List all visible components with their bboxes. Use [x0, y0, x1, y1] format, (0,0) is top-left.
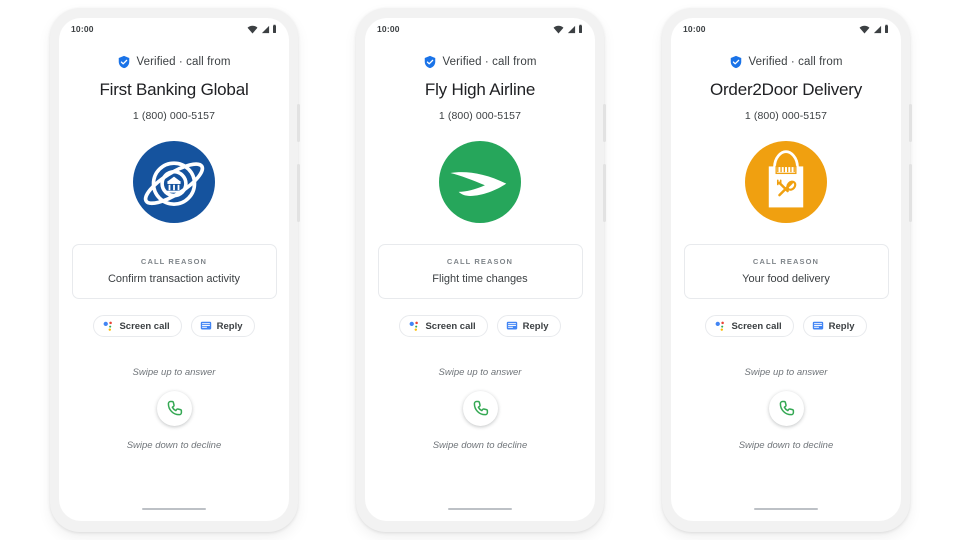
status-bar: 10:00 [365, 18, 595, 40]
google-assistant-icon [714, 320, 726, 332]
food-bag-logo-glyph [745, 141, 827, 223]
wifi-icon [247, 25, 258, 34]
verified-label: Verified · call from [442, 56, 537, 68]
call-reason-text: Confirm transaction activity [107, 273, 241, 285]
call-action-chips: Screen call Reply [399, 315, 561, 337]
phone-screen: 10:00 Verified · call from Fly High Airl… [365, 18, 595, 521]
phone-handset-icon [165, 399, 184, 418]
phone-handset-icon [471, 399, 490, 418]
status-bar-clock: 10:00 [377, 24, 400, 34]
power-button[interactable] [909, 104, 912, 142]
call-reason-label: CALL REASON [752, 257, 820, 266]
google-assistant-icon [102, 320, 114, 332]
phone-screen: 10:00 Verified · call from First Banking… [59, 18, 289, 521]
airline-swoosh-logo [439, 141, 521, 223]
verified-shield-icon [729, 55, 743, 69]
airline-swoosh-logo-glyph [439, 141, 521, 223]
reply-label: Reply [522, 320, 549, 332]
swipe-down-hint: Swipe down to decline [126, 440, 222, 451]
answer-call-button[interactable] [462, 391, 498, 426]
caller-phone-number: 1 (800) 000-5157 [132, 110, 216, 122]
home-indicator[interactable] [754, 507, 818, 510]
reply-label: Reply [216, 320, 243, 332]
call-reason-label: CALL REASON [446, 257, 514, 266]
battery-icon [884, 24, 889, 34]
volume-button[interactable] [603, 164, 606, 222]
verified-caller-badge: Verified · call from [729, 55, 842, 69]
call-reason-card: CALL REASON Your food delivery [683, 244, 889, 299]
answer-call-button[interactable] [156, 391, 192, 426]
reply-button[interactable]: Reply [496, 315, 561, 337]
verified-caller-badge: Verified · call from [117, 55, 230, 69]
status-bar-clock: 10:00 [683, 24, 706, 34]
phone-screen: 10:00 Verified · call from Order2Door De… [671, 18, 901, 521]
verified-shield-icon [117, 55, 131, 69]
food-bag-logo [745, 141, 827, 223]
phone-handset-icon [777, 399, 796, 418]
message-icon [812, 320, 824, 332]
call-reason-text: Your food delivery [742, 273, 830, 285]
signal-icon [261, 25, 270, 34]
screen-call-button[interactable]: Screen call [705, 315, 794, 337]
call-reason-text: Flight time changes [432, 273, 528, 285]
verified-shield-icon [423, 55, 437, 69]
call-reason-card: CALL REASON Confirm transaction activity [71, 244, 277, 299]
home-indicator[interactable] [448, 507, 512, 510]
power-button[interactable] [603, 104, 606, 142]
verified-label: Verified · call from [136, 56, 231, 68]
caller-name: Fly High Airline [424, 80, 536, 99]
google-assistant-icon [408, 320, 420, 332]
screen-call-label: Screen call [731, 320, 782, 332]
screen-call-button[interactable]: Screen call [399, 315, 488, 337]
phone-mockup-2: 10:00 Verified · call from Fly High Airl… [356, 8, 606, 532]
status-bar-icons [859, 24, 889, 34]
caller-phone-number: 1 (800) 000-5157 [744, 110, 828, 122]
swipe-up-hint: Swipe up to answer [744, 367, 828, 378]
status-bar: 10:00 [671, 18, 901, 40]
answer-call-button[interactable] [768, 391, 804, 426]
battery-icon [272, 24, 277, 34]
reply-button[interactable]: Reply [190, 315, 255, 337]
swipe-up-hint: Swipe up to answer [438, 367, 522, 378]
signal-icon [567, 25, 576, 34]
battery-icon [578, 24, 583, 34]
verified-label: Verified · call from [748, 56, 843, 68]
swipe-down-hint: Swipe down to decline [738, 440, 834, 451]
message-icon [506, 320, 518, 332]
screen-call-label: Screen call [119, 320, 170, 332]
reply-label: Reply [828, 320, 855, 332]
bank-planet-logo-glyph [133, 141, 215, 223]
swipe-up-hint: Swipe up to answer [132, 367, 216, 378]
call-reason-card: CALL REASON Flight time changes [377, 244, 583, 299]
caller-name: First Banking Global [99, 80, 249, 99]
verified-caller-badge: Verified · call from [423, 55, 536, 69]
reply-button[interactable]: Reply [802, 315, 867, 337]
status-bar-icons [247, 24, 277, 34]
caller-phone-number: 1 (800) 000-5157 [438, 110, 522, 122]
phone-mockup-1: 10:00 Verified · call from First Banking… [50, 8, 300, 532]
caller-name: Order2Door Delivery [709, 80, 863, 99]
home-indicator[interactable] [142, 507, 206, 510]
status-bar-icons [553, 24, 583, 34]
call-action-chips: Screen call Reply [93, 315, 255, 337]
status-bar-clock: 10:00 [71, 24, 94, 34]
message-icon [200, 320, 212, 332]
wifi-icon [859, 25, 870, 34]
call-action-chips: Screen call Reply [705, 315, 867, 337]
screen-call-label: Screen call [425, 320, 476, 332]
volume-button[interactable] [909, 164, 912, 222]
phone-mockup-3: 10:00 Verified · call from Order2Door De… [662, 8, 912, 532]
phone-mockups-stage: 10:00 Verified · call from First Banking… [0, 0, 960, 540]
swipe-down-hint: Swipe down to decline [432, 440, 528, 451]
volume-button[interactable] [297, 164, 300, 222]
signal-icon [873, 25, 882, 34]
call-reason-label: CALL REASON [140, 257, 208, 266]
bank-planet-logo [133, 141, 215, 223]
screen-call-button[interactable]: Screen call [93, 315, 182, 337]
power-button[interactable] [297, 104, 300, 142]
status-bar: 10:00 [59, 18, 289, 40]
wifi-icon [553, 25, 564, 34]
